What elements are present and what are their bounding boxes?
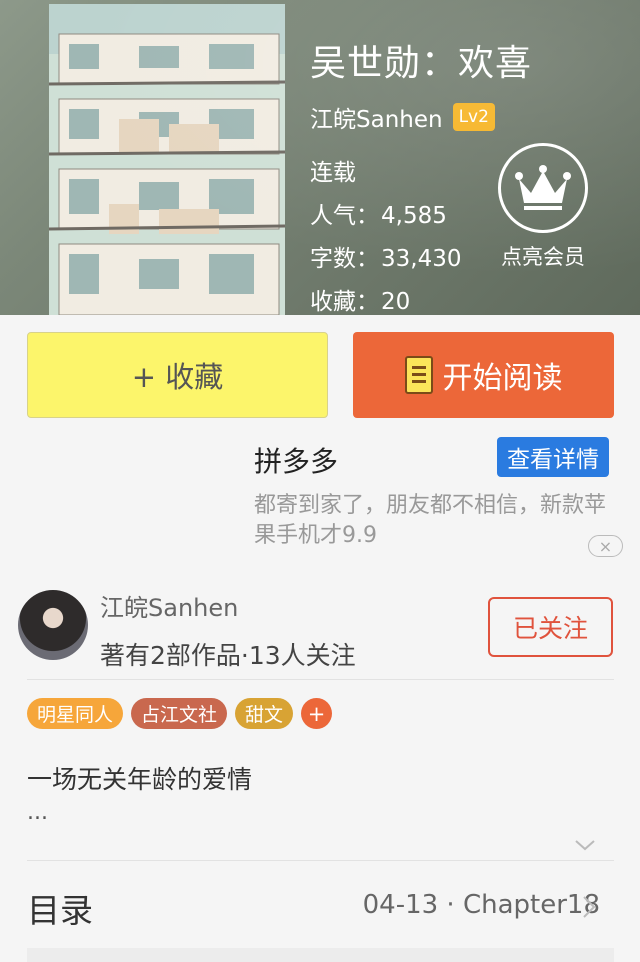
popularity-line: 人气：4,585 xyxy=(310,196,447,230)
add-tag-button[interactable]: + xyxy=(301,698,333,729)
summary-ellipsis: ... xyxy=(27,800,48,825)
bottom-card-edge xyxy=(27,948,614,962)
chevron-down-icon[interactable] xyxy=(574,834,596,856)
author-avatar[interactable] xyxy=(18,590,88,660)
author-row[interactable]: 江皖Sanhen Lv2 xyxy=(310,100,495,134)
toc-latest-chapter[interactable]: 04-13 · Chapter18 xyxy=(363,890,600,920)
tag-sweet[interactable]: 甜文 xyxy=(235,698,294,729)
crown-icon xyxy=(498,143,588,233)
start-reading-label: 开始阅读 xyxy=(442,361,563,396)
book-icon xyxy=(404,356,433,394)
vip-label: 点亮会员 xyxy=(501,245,585,269)
follow-button[interactable]: 已关注 xyxy=(488,597,613,657)
favorites-value: 20 xyxy=(381,289,411,315)
favorites-line: 收藏：20 xyxy=(310,282,410,315)
author-stats: 著有2部作品·13人关注 xyxy=(100,641,356,670)
favorites-label: 收藏： xyxy=(310,289,379,315)
ad-title[interactable]: 拼多多 xyxy=(254,440,338,480)
book-header: 吴世勋：欢喜 江皖Sanhen Lv2 连载 人气：4,585 字数：33,43… xyxy=(0,0,640,315)
tag-list: 明星同人 占江文社 甜文 + xyxy=(27,698,333,729)
toc-title[interactable]: 目录 xyxy=(27,884,93,932)
ad-text[interactable]: 都寄到家了，朋友都不相信，新款苹果手机才9.9 xyxy=(254,491,614,551)
author-name[interactable]: 江皖Sanhen xyxy=(100,588,238,623)
ad-close-icon[interactable]: × xyxy=(588,535,623,557)
vip-button[interactable]: 点亮会员 xyxy=(490,143,596,271)
book-status: 连载 xyxy=(310,160,356,186)
divider xyxy=(27,860,614,861)
popularity-label: 人气： xyxy=(310,203,379,229)
word-count-value: 33,430 xyxy=(381,246,462,272)
chevron-right-icon[interactable] xyxy=(580,895,598,919)
book-author-name[interactable]: 江皖Sanhen xyxy=(310,100,443,134)
divider xyxy=(27,679,614,680)
book-title: 吴世勋：欢喜 xyxy=(310,43,533,84)
word-count-label: 字数： xyxy=(310,246,379,272)
tag-star-fanfic[interactable]: 明星同人 xyxy=(27,698,124,729)
word-count-line: 字数：33,430 xyxy=(310,239,461,273)
level-badge: Lv2 xyxy=(452,103,495,131)
ad-detail-button[interactable]: 查看详情 xyxy=(497,437,609,477)
popularity-value: 4,585 xyxy=(381,203,447,229)
start-reading-button[interactable]: 开始阅读 xyxy=(353,332,614,418)
tag-zhanjiang-club[interactable]: 占江文社 xyxy=(131,698,228,729)
book-summary: 一场无关年龄的爱情 xyxy=(27,765,253,794)
book-cover-image[interactable] xyxy=(49,4,285,315)
add-favorite-button[interactable]: + 收藏 xyxy=(27,332,328,418)
